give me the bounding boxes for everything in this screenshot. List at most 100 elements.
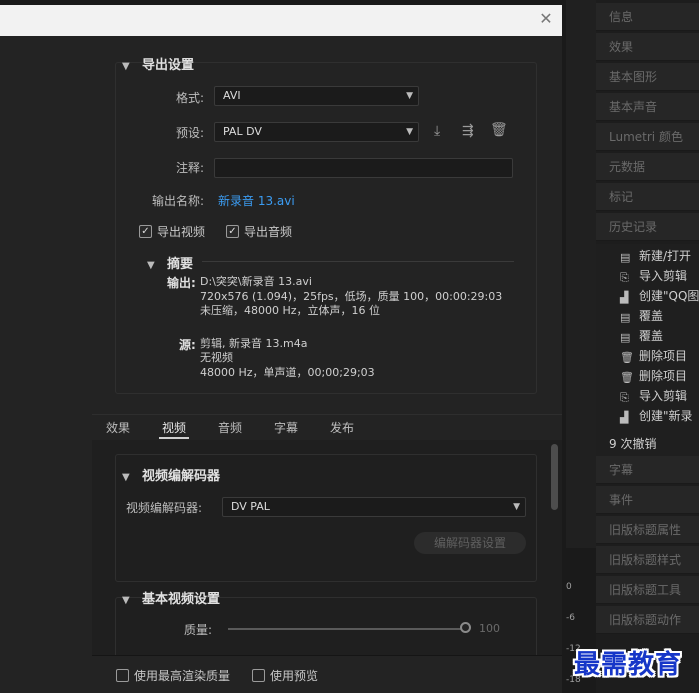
output-name-link[interactable]: 新录音 13.avi bbox=[218, 192, 295, 209]
save-preset-icon[interactable]: ⤓ bbox=[434, 123, 440, 139]
panel-events[interactable]: 事件 bbox=[596, 486, 699, 514]
export-settings-header[interactable]: ▼ 导出设置 bbox=[122, 54, 194, 73]
export-video-checkbox[interactable]: ✓ 导出视频 bbox=[139, 223, 205, 240]
max-render-quality-label: 使用最高渲染质量 bbox=[134, 669, 231, 683]
video-codec-header[interactable]: ▼ 视频编解码器 bbox=[122, 465, 220, 484]
quality-slider-track[interactable] bbox=[228, 628, 462, 630]
summary-source-line-1: 剪辑, 新录音 13.m4a bbox=[200, 337, 308, 350]
trash-icon[interactable]: 🗑 bbox=[490, 122, 508, 138]
history-item[interactable]: ▟ 创建"QQ图 bbox=[620, 286, 699, 306]
export-audio-checkbox[interactable]: ✓ 导出音频 bbox=[226, 223, 292, 240]
quality-value: 100 bbox=[479, 622, 500, 635]
dialog-footer: 使用最高渲染质量 使用预览 bbox=[92, 655, 562, 693]
trash-icon: 🗑 bbox=[620, 371, 634, 384]
history-item[interactable]: ▤ 新建/打开 bbox=[620, 246, 691, 266]
tab-effects[interactable]: 效果 bbox=[106, 419, 130, 436]
panel-markers[interactable]: 标记 bbox=[596, 183, 699, 211]
summary-source-key: 源: bbox=[179, 338, 196, 352]
settings-pane: ▼ 导出设置 格式: AVI ▼ 预设: PAL DV ▼ ⤓ ⇶ 🗑 注释: 输… bbox=[92, 36, 562, 693]
history-item[interactable]: ▤ 覆盖 bbox=[620, 306, 663, 326]
history-item[interactable]: ▤ 覆盖 bbox=[620, 326, 663, 346]
summary-output-line-2: 720x576 (1.094)，25fps，低场，质量 100，00:00:29… bbox=[200, 290, 503, 303]
quality-slider-knob[interactable] bbox=[460, 622, 471, 633]
history-item-label: 删除项目 bbox=[639, 349, 688, 363]
format-value: AVI bbox=[223, 89, 241, 102]
panel-info[interactable]: 信息 bbox=[596, 3, 699, 31]
ruler-tick: -6 bbox=[566, 613, 575, 623]
summary-output-line-1: D:\突突\新录音 13.avi bbox=[200, 275, 312, 288]
history-item-label: 导入剪辑 bbox=[639, 269, 688, 283]
checkmark-icon: ✓ bbox=[226, 225, 239, 238]
chevron-down-icon: ▼ bbox=[122, 595, 130, 606]
quality-label: 质量: bbox=[183, 623, 212, 637]
history-item[interactable]: ▟ 创建"新录 bbox=[620, 406, 693, 426]
format-select[interactable]: AVI ▼ bbox=[214, 86, 419, 106]
video-codec-label: 视频编解码器: bbox=[126, 501, 203, 515]
use-previews-label: 使用预览 bbox=[270, 669, 319, 683]
export-video-label: 导出视频 bbox=[157, 225, 206, 239]
max-render-quality-checkbox[interactable]: 使用最高渲染质量 bbox=[116, 667, 230, 684]
sequence-icon: ▤ bbox=[620, 311, 631, 324]
panel-essential-sound[interactable]: 基本声音 bbox=[596, 93, 699, 121]
chevron-down-icon: ▼ bbox=[406, 91, 413, 101]
history-item[interactable]: ⎘ 导入剪辑 bbox=[620, 386, 687, 406]
watermark-logo: 最需教育 bbox=[574, 650, 683, 680]
panel-legacy-title-styles[interactable]: 旧版标题样式 bbox=[596, 546, 699, 574]
panel-effects[interactable]: 效果 bbox=[596, 33, 699, 61]
checkbox-icon bbox=[252, 669, 265, 682]
format-label: 格式: bbox=[175, 91, 204, 105]
preset-value: PAL DV bbox=[223, 125, 262, 138]
export-settings-dialog: ✕ ▼ 导出设置 格式: AVI ▼ 预设: PAL DV ▼ ⤓ ⇶ 🗑 注释:… bbox=[0, 0, 562, 693]
summary-title: 摘要 bbox=[167, 257, 194, 272]
panel-legacy-title-actions[interactable]: 旧版标题动作 bbox=[596, 606, 699, 634]
summary-header[interactable]: ▼ 摘要 bbox=[147, 253, 193, 272]
panel-essential-graphics[interactable]: 基本图形 bbox=[596, 63, 699, 91]
section-title: 视频编解码器 bbox=[142, 469, 221, 484]
close-icon[interactable]: ✕ bbox=[538, 11, 554, 27]
panel-captions[interactable]: 字幕 bbox=[596, 456, 699, 484]
settings-tabs: 效果 视频 音频 字幕 发布 bbox=[92, 414, 562, 440]
panel-metadata[interactable]: 元数据 bbox=[596, 153, 699, 181]
tab-publish[interactable]: 发布 bbox=[330, 419, 354, 436]
ruler-tick: 0 bbox=[566, 582, 572, 592]
comment-input[interactable] bbox=[214, 158, 513, 178]
panel-legacy-title-tools[interactable]: 旧版标题工具 bbox=[596, 576, 699, 604]
scrollbar-thumb[interactable] bbox=[551, 444, 558, 510]
chevron-down-icon: ▼ bbox=[122, 472, 130, 483]
comment-label: 注释: bbox=[175, 161, 204, 175]
history-item[interactable]: 🗑 删除项目 bbox=[620, 366, 687, 386]
output-name-label: 输出名称: bbox=[151, 194, 204, 208]
history-item-label: 新建/打开 bbox=[639, 249, 692, 263]
video-codec-select[interactable]: DV PAL ▼ bbox=[222, 497, 526, 517]
history-item-label: 删除项目 bbox=[639, 369, 688, 383]
chevron-down-icon: ▼ bbox=[406, 127, 413, 137]
chevron-down-icon: ▼ bbox=[122, 61, 130, 72]
section-title: 基本视频设置 bbox=[142, 592, 221, 607]
dialog-titlebar: ✕ bbox=[0, 5, 562, 36]
import-preset-icon[interactable]: ⇶ bbox=[462, 123, 474, 139]
video-codec-value: DV PAL bbox=[231, 500, 270, 513]
sequence-icon: ▤ bbox=[620, 251, 631, 264]
summary-output-line-3: 未压缩，48000 Hz，立体声，16 位 bbox=[200, 304, 381, 317]
chevron-down-icon: ▼ bbox=[513, 502, 520, 512]
summary-source-line-3: 48000 Hz，单声道，00;00;29;03 bbox=[200, 366, 375, 379]
screen: ✕ ▼ 导出设置 格式: AVI ▼ 预设: PAL DV ▼ ⤓ ⇶ 🗑 注释:… bbox=[0, 0, 699, 693]
export-audio-label: 导出音频 bbox=[244, 225, 293, 239]
use-previews-checkbox[interactable]: 使用预览 bbox=[252, 667, 318, 684]
history-item[interactable]: ⎘ 导入剪辑 bbox=[620, 266, 687, 286]
settings-scrollbar[interactable] bbox=[550, 440, 559, 655]
tab-captions[interactable]: 字幕 bbox=[274, 419, 298, 436]
summary-output-key: 输出: bbox=[167, 276, 196, 290]
basic-video-header[interactable]: ▼ 基本视频设置 bbox=[122, 588, 220, 607]
tab-video[interactable]: 视频 bbox=[162, 419, 186, 436]
panel-history[interactable]: 历史记录 bbox=[596, 213, 699, 241]
panel-lumetri-color[interactable]: Lumetri 颜色 bbox=[596, 123, 699, 151]
panel-legacy-title-properties[interactable]: 旧版标题属性 bbox=[596, 516, 699, 544]
active-tab-indicator bbox=[159, 437, 189, 439]
tab-audio[interactable]: 音频 bbox=[218, 419, 242, 436]
history-item-label: 创建"QQ图 bbox=[639, 289, 699, 303]
codec-settings-button[interactable]: 编解码器设置 bbox=[414, 532, 526, 554]
history-item[interactable]: 🗑 删除项目 bbox=[620, 346, 687, 366]
divider bbox=[202, 261, 514, 262]
preset-select[interactable]: PAL DV ▼ bbox=[214, 122, 419, 142]
